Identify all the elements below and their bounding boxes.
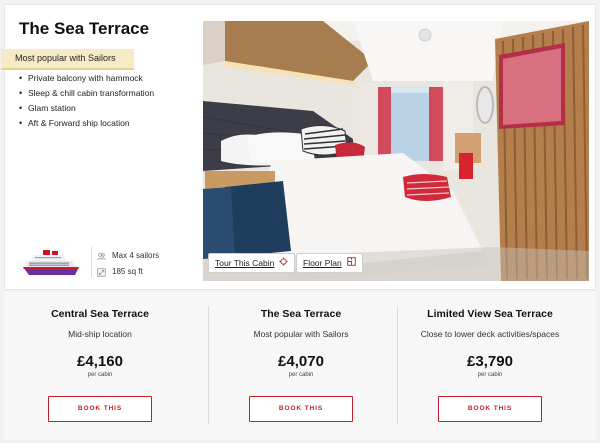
size-text: 185 sq ft	[112, 267, 143, 276]
book-button[interactable]: BOOK THIS	[48, 396, 152, 422]
floor-plan-label: Floor Plan	[303, 258, 342, 268]
option-card-limited-view: Limited View Sea Terrace Close to lower …	[396, 292, 584, 440]
capacity-text: Max 4 sailors	[112, 251, 160, 260]
cabin-title: The Sea Terrace	[19, 19, 150, 38]
option-name: The Sea Terrace	[260, 308, 342, 320]
floor-plan-icon	[347, 254, 356, 272]
feature-item: Private balcony with hammock	[19, 71, 154, 86]
feature-item: Aft & Forward ship location	[19, 116, 154, 131]
size-spec: 185 sq ft	[97, 266, 143, 278]
tour-cabin-button[interactable]: Tour This Cabin	[208, 253, 296, 273]
option-price-unit: per cabin	[87, 372, 113, 378]
option-name: Limited View Sea Terrace	[427, 308, 553, 320]
option-price-unit: per cabin	[477, 372, 503, 378]
compass-icon	[279, 254, 288, 272]
option-name: Central Sea Terrace	[51, 308, 149, 320]
tour-cabin-label: Tour This Cabin	[215, 258, 275, 268]
option-location: Most popular with Sailors	[253, 329, 349, 339]
feature-item: Glam station	[19, 101, 154, 116]
feature-item: Sleep & chill cabin transformation	[19, 86, 154, 101]
option-card-sea-terrace: The Sea Terrace Most popular with Sailor…	[207, 292, 395, 440]
people-icon	[97, 252, 106, 261]
option-price: £4,070	[278, 353, 324, 370]
floor-plan-button[interactable]: Floor Plan	[296, 253, 363, 273]
option-price-unit: per cabin	[288, 372, 314, 378]
option-price: £3,790	[467, 353, 513, 370]
feature-list: Private balcony with hammock Sleep & chi…	[19, 71, 154, 131]
cabin-options: Central Sea Terrace Mid-ship location £4…	[4, 292, 596, 440]
option-card-central: Central Sea Terrace Mid-ship location £4…	[6, 292, 194, 440]
option-price: £4,160	[77, 353, 123, 370]
divider	[91, 247, 92, 277]
book-button[interactable]: BOOK THIS	[438, 396, 542, 422]
area-icon	[97, 267, 106, 277]
cabin-photo	[203, 21, 589, 281]
book-button[interactable]: BOOK THIS	[249, 396, 353, 422]
option-location: Close to lower deck activities/spaces	[420, 329, 560, 339]
ship-icon	[23, 250, 79, 275]
cabin-details-card: The Sea Terrace Most popular with Sailor…	[1, 4, 596, 290]
capacity-spec: Max 4 sailors	[97, 250, 159, 262]
option-location: Mid-ship location	[68, 329, 132, 339]
popular-badge: Most popular with Sailors	[1, 49, 134, 70]
